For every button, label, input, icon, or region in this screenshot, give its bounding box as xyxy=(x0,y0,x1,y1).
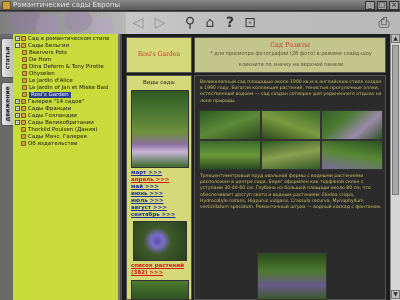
link-march[interactable]: март >>> xyxy=(131,170,162,177)
link-september[interactable]: сентябрь >>> xyxy=(131,212,176,219)
side-tabs: статьи движение xyxy=(0,34,13,300)
tree-item[interactable]: Le Jardin of Jan et Mieke Basl xyxy=(22,85,108,92)
minimize-button[interactable]: _ xyxy=(365,1,375,10)
page-icon xyxy=(22,57,27,62)
tree-item[interactable]: − Сады Бельгии xyxy=(15,43,69,50)
pond-photo[interactable] xyxy=(257,252,327,300)
book-icon xyxy=(21,113,26,118)
garden-thumb-6[interactable] xyxy=(321,140,383,170)
garden-photo-2[interactable] xyxy=(131,280,189,300)
garden-thumb-5[interactable] xyxy=(261,140,321,170)
tree-item[interactable]: + Галерея "14 садов" xyxy=(15,99,84,106)
views-label: Виды сада: xyxy=(143,80,176,86)
slideshow-note-2: кликните по значку на верхней панели xyxy=(238,62,344,68)
scroll-down-icon[interactable]: ▼ xyxy=(391,290,400,299)
garden-thumb-1[interactable] xyxy=(199,110,261,140)
tree-item[interactable]: Об издательстве xyxy=(21,141,77,148)
link-may[interactable]: май >>> xyxy=(131,184,159,191)
right-column: Великолепный сад площадью около 1900 кв.… xyxy=(194,75,386,300)
tree-item[interactable]: + Сады Франции xyxy=(15,106,71,113)
help-icon[interactable]: ? xyxy=(222,15,238,31)
book-icon xyxy=(21,106,26,111)
page-icon xyxy=(21,141,26,146)
page-icon xyxy=(22,85,27,90)
collapse-icon[interactable]: − xyxy=(15,43,20,48)
expand-icon[interactable]: + xyxy=(15,106,20,111)
tree-item[interactable]: + Сады Великобритании xyxy=(15,120,94,127)
garden-photo-1[interactable] xyxy=(131,90,189,168)
book-icon xyxy=(21,120,26,125)
link-july[interactable]: июль >>> xyxy=(131,198,163,205)
close-button[interactable]: × xyxy=(389,1,399,10)
maximize-button[interactable]: □ xyxy=(377,1,387,10)
app-icon xyxy=(2,1,11,10)
book-icon xyxy=(21,36,26,41)
garden-thumb-4[interactable] xyxy=(199,140,261,170)
right-title-cell: Сад Розиты * для просмотра фотографий (2… xyxy=(194,37,386,73)
link-august[interactable]: август >>> xyxy=(131,205,167,212)
forward-arrow-icon[interactable]: ▷ xyxy=(152,15,168,31)
slideshow-note: * для просмотра фотографий (28 фото) в р… xyxy=(210,51,372,57)
book-icon xyxy=(21,99,26,104)
header-banner xyxy=(0,12,126,34)
tree-item[interactable]: Dina Deferm & Tony Pirotte xyxy=(22,64,104,71)
expand-icon[interactable]: + xyxy=(15,36,20,41)
navigation-tree: + Сад в романтическом стиле − Сады Бельгии… xyxy=(13,34,120,300)
tab-movement[interactable]: движение xyxy=(1,82,13,126)
link-plant-list[interactable]: список растений (382) >>> xyxy=(131,263,191,277)
tree-item[interactable]: Thorkild Poulsen (Дания) xyxy=(21,127,97,134)
page-icon xyxy=(22,71,27,76)
tree-item-selected[interactable]: Rosi's Garden xyxy=(22,92,71,99)
vertical-scrollbar[interactable]: ▲ ▼ xyxy=(390,34,400,300)
expand-icon[interactable]: + xyxy=(15,120,20,125)
garden-thumb-3[interactable] xyxy=(321,110,383,140)
page-icon xyxy=(21,127,26,132)
garden-thumb-2[interactable] xyxy=(261,110,321,140)
description-paragraph-1: Великолепный сад площадью около 1900 кв.… xyxy=(200,80,382,104)
title-bar: Романтические сады Европы _ □ × xyxy=(0,0,400,11)
garden-title-latin: Rosi's Garden xyxy=(137,51,181,58)
tree-item[interactable]: De Hom xyxy=(22,57,51,64)
page-icon xyxy=(22,92,27,97)
garden-title-russian: Сад Розиты xyxy=(270,41,310,49)
toolbar: ◁ ▷ ⚲ ⌂ ? ⊡ ⎙ xyxy=(0,12,400,34)
left-column: Виды сада: март >>> апрель >>> май >>> и… xyxy=(126,75,192,300)
link-june[interactable]: июнь >>> xyxy=(131,191,163,198)
tree-item[interactable]: Le Jardin d'Alice xyxy=(22,78,73,85)
page-icon xyxy=(21,134,26,139)
scrollbar-thumb[interactable] xyxy=(392,45,399,195)
left-title-cell: Rosi's Garden xyxy=(126,37,192,73)
print-icon[interactable]: ⎙ xyxy=(376,15,392,31)
tree-item[interactable]: + Сады Голландии xyxy=(15,113,77,120)
scroll-up-icon[interactable]: ▲ xyxy=(391,34,400,43)
expand-icon[interactable]: + xyxy=(15,99,20,104)
page-icon xyxy=(22,64,27,69)
tree-item[interactable]: Ohyselen xyxy=(22,71,55,78)
flower-photo[interactable] xyxy=(133,221,187,261)
screenshot-icon[interactable]: ⊡ xyxy=(242,15,258,31)
search-icon[interactable]: ⚲ xyxy=(182,15,198,31)
description-paragraph-2: Трехцентиметровый пруд овальной формы с … xyxy=(200,174,382,211)
tree-item[interactable]: + Сад в романтическом стиле xyxy=(15,36,109,43)
page-icon xyxy=(22,78,27,83)
book-icon xyxy=(21,43,26,48)
page-icon xyxy=(22,50,27,55)
home-icon[interactable]: ⌂ xyxy=(202,15,218,31)
tab-articles[interactable]: статьи xyxy=(1,38,13,78)
expand-icon[interactable]: + xyxy=(15,113,20,118)
tree-item[interactable]: Сады Мачс. Галерея xyxy=(21,134,87,141)
tree-item[interactable]: Beervers Pots xyxy=(22,50,67,57)
window-title: Романтические сады Европы xyxy=(13,1,120,9)
link-april[interactable]: апрель >>> xyxy=(131,177,169,184)
back-arrow-icon[interactable]: ◁ xyxy=(130,15,146,31)
